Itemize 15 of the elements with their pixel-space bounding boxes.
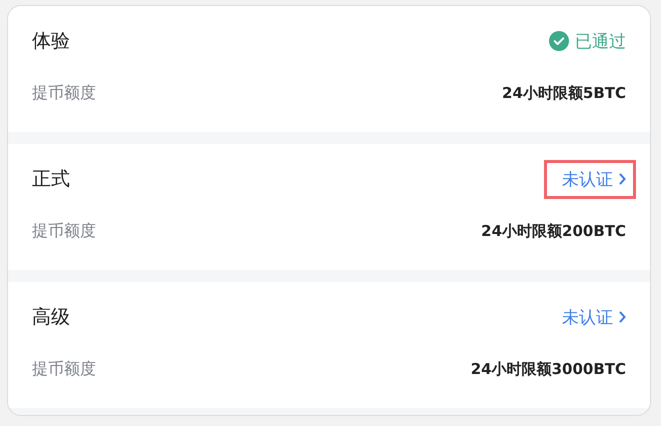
verify-link[interactable]: 未认证 — [544, 160, 636, 198]
chevron-icon — [619, 173, 626, 185]
limit-label: 提币额度 — [32, 220, 96, 242]
chevron-icon — [619, 311, 626, 323]
limit-label: 提币额度 — [32, 358, 96, 380]
level-title: 正式 — [32, 167, 70, 192]
limit-value: 24小时限额200BTC — [481, 222, 626, 240]
limit-label: 提币额度 — [32, 82, 96, 104]
limit-value: 24小时限额3000BTC — [470, 360, 626, 378]
verify-link[interactable]: 未认证 — [544, 298, 636, 336]
level-title: 体验 — [32, 29, 70, 54]
level-title: 高级 — [32, 305, 70, 330]
check-circle-icon — [549, 31, 569, 51]
limit-value: 24小时限额5BTC — [502, 84, 626, 102]
status-text: 已通过 — [549, 30, 626, 52]
